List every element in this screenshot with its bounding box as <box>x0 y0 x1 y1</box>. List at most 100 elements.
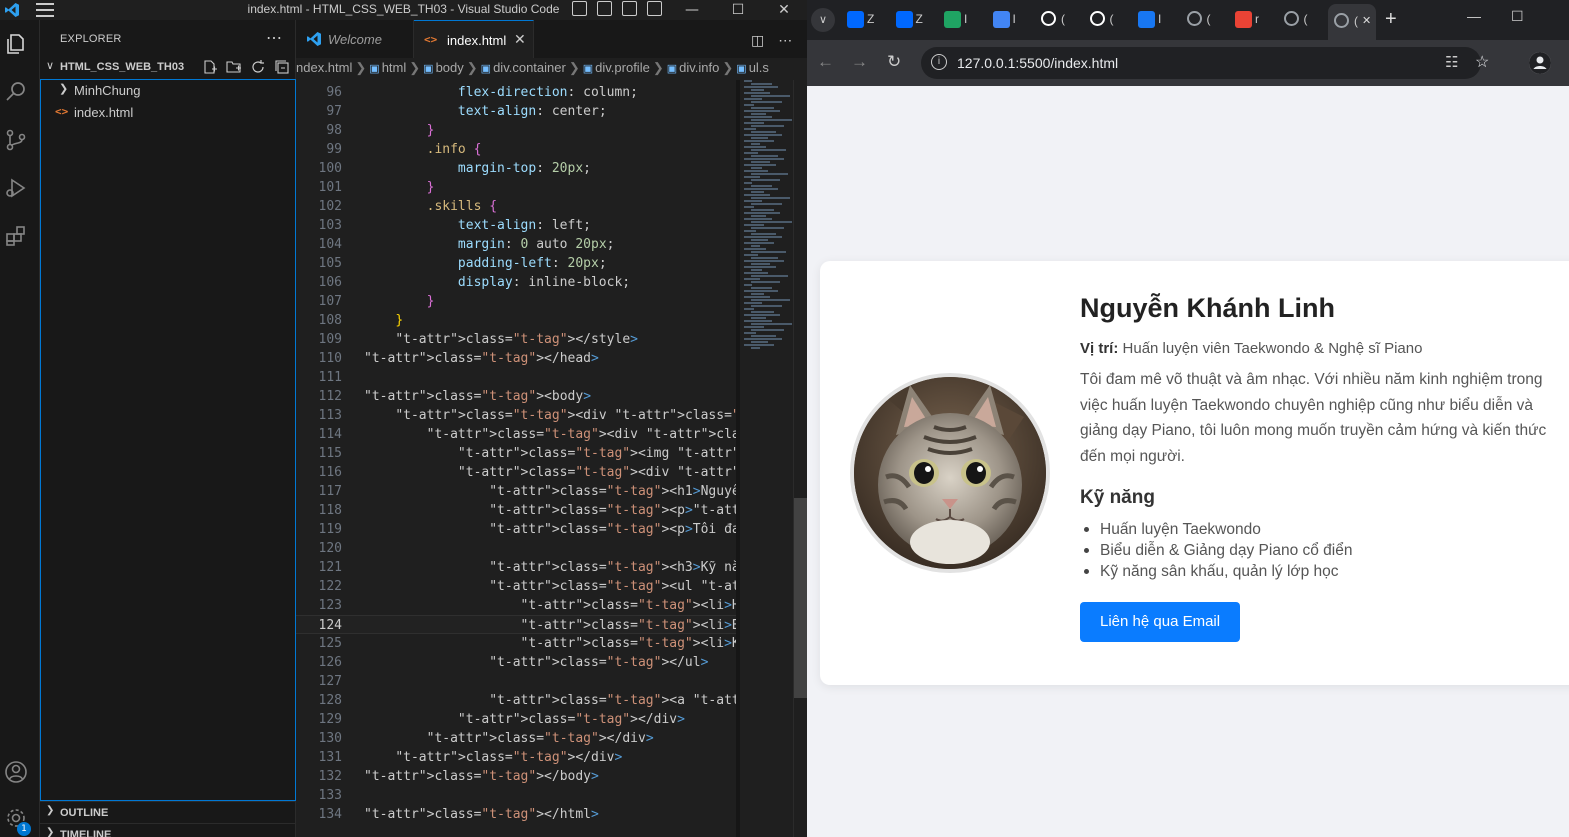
code-line[interactable]: 115 "t-attr">class="t-tag"><img "t-attr"… <box>296 444 736 463</box>
tab-search-icon[interactable]: ∨ <box>811 8 835 32</box>
code-line[interactable]: 120 <box>296 539 736 558</box>
code-line[interactable]: 127 <box>296 672 736 691</box>
tree-file-index-html[interactable]: <> index.html <box>41 102 295 124</box>
code-line[interactable]: 106 display: inline-block; <box>296 273 736 292</box>
code-line[interactable]: 118 "t-attr">class="t-tag"><p>"t-attr">c… <box>296 501 736 520</box>
browser-tab[interactable]: (✕ <box>1328 4 1376 40</box>
new-folder-icon[interactable] <box>226 59 242 75</box>
collapse-all-icon[interactable] <box>274 59 290 75</box>
minimize-button[interactable]: — <box>1467 8 1481 25</box>
close-tab-icon[interactable]: ✕ <box>514 31 526 48</box>
code-line[interactable]: 112 "t-attr">class="t-tag"><body> <box>296 387 736 406</box>
code-line[interactable]: 97 text-align: center; <box>296 102 736 121</box>
browser-tab[interactable]: ( <box>1037 10 1073 30</box>
more-actions-icon[interactable]: ⋯ <box>778 32 792 49</box>
back-arrow-icon[interactable]: ← <box>817 52 834 72</box>
code-line[interactable]: 101 } <box>296 178 736 197</box>
minimap[interactable] <box>736 80 796 380</box>
editor-scrollbar[interactable] <box>793 80 807 837</box>
accounts-icon[interactable] <box>4 760 28 784</box>
url-text[interactable]: 127.0.0.1:5500/index.html <box>957 55 1118 71</box>
browser-tab[interactable]: I <box>989 10 1025 30</box>
code-line[interactable]: 134 "t-attr">class="t-tag"></html> <box>296 805 736 824</box>
code-line[interactable]: 100 margin-top: 20px; <box>296 159 736 178</box>
code-line[interactable]: 102 .skills { <box>296 197 736 216</box>
bookmark-star-icon[interactable]: ☆ <box>1475 52 1489 72</box>
address-bar[interactable]: i 127.0.0.1:5500/index.html ☷ ☆ <box>921 47 1489 79</box>
breadcrumb-item[interactable]: ndex.html <box>296 60 352 75</box>
breadcrumb-item[interactable]: div.profile <box>595 60 650 75</box>
code-line[interactable]: 107 } <box>296 292 736 311</box>
tab-welcome[interactable]: Welcome <box>296 20 414 58</box>
browser-tab[interactable]: I <box>940 10 976 30</box>
breadcrumb-item[interactable]: html <box>382 60 407 75</box>
code-line[interactable]: 133 <box>296 786 736 805</box>
breadcrumb-item[interactable]: ul.s <box>749 60 769 75</box>
toggle-panel-icon[interactable] <box>597 1 612 16</box>
code-line[interactable]: 123 "t-attr">class="t-tag"><li>Huấn luyệ… <box>296 596 736 615</box>
workspace-folder[interactable]: ∨ HTML_CSS_WEB_TH03 <box>40 58 296 78</box>
tree-folder-minhchung[interactable]: ❯ MinhChung <box>41 80 295 102</box>
contact-email-button[interactable]: Liên hệ qua Email <box>1080 602 1241 642</box>
browser-tab[interactable]: I <box>1134 10 1170 30</box>
toggle-secondary-sidebar-icon[interactable] <box>622 1 637 16</box>
code-line[interactable]: 131 "t-attr">class="t-tag"></div> <box>296 748 736 767</box>
new-file-icon[interactable] <box>202 59 218 75</box>
browser-tab[interactable]: ( <box>1280 10 1316 30</box>
breadcrumb-item[interactable]: div.container <box>493 60 566 75</box>
breadcrumb-item[interactable]: body <box>436 60 464 75</box>
code-line[interactable]: 108 } <box>296 311 736 330</box>
source-control-icon[interactable] <box>4 128 28 152</box>
code-line[interactable]: 111 <box>296 368 736 387</box>
forward-arrow-icon[interactable]: → <box>851 52 868 72</box>
refresh-icon[interactable] <box>250 59 266 75</box>
code-line[interactable]: 113 "t-attr">class="t-tag"><div "t-attr"… <box>296 406 736 425</box>
code-editor[interactable]: 96 flex-direction: column; 97 text-align:… <box>296 80 736 837</box>
split-editor-icon[interactable]: ◫ <box>751 32 764 49</box>
browser-tab[interactable]: ( <box>1183 10 1219 30</box>
more-actions-icon[interactable]: ⋯ <box>266 28 282 48</box>
breadcrumb-item[interactable]: div.info <box>679 60 719 75</box>
code-line[interactable]: 132 "t-attr">class="t-tag"></body> <box>296 767 736 786</box>
maximize-button[interactable]: ☐ <box>1511 8 1524 25</box>
browser-tab[interactable]: Z <box>843 10 879 30</box>
new-tab-button[interactable]: + <box>1385 8 1397 31</box>
code-line[interactable]: 129 "t-attr">class="t-tag"></div> <box>296 710 736 729</box>
timeline-section[interactable]: ❯ TIMELINE <box>40 823 296 837</box>
code-line[interactable]: 114 "t-attr">class="t-tag"><div "t-attr"… <box>296 425 736 444</box>
extensions-icon[interactable] <box>4 224 28 248</box>
tab-index-html[interactable]: <> index.html ✕ <box>414 20 534 58</box>
code-line[interactable]: 103 text-align: left; <box>296 216 736 235</box>
code-line[interactable]: 105 padding-left: 20px; <box>296 254 736 273</box>
explorer-icon[interactable] <box>4 32 28 56</box>
translate-icon[interactable]: ☷ <box>1445 53 1458 71</box>
code-line[interactable]: 110 "t-attr">class="t-tag"></head> <box>296 349 736 368</box>
code-line[interactable]: 109 "t-attr">class="t-tag"></style> <box>296 330 736 349</box>
code-line[interactable]: 125 "t-attr">class="t-tag"><li>Kỹ năng s… <box>296 634 736 653</box>
code-line[interactable]: 128 "t-attr">class="t-tag"><a "t-attr">h… <box>296 691 736 710</box>
code-line[interactable]: 117 "t-attr">class="t-tag"><h1>Nguyễn Kh… <box>296 482 736 501</box>
search-icon[interactable] <box>4 80 28 104</box>
code-line[interactable]: 116 "t-attr">class="t-tag"><div "t-attr"… <box>296 463 736 482</box>
outline-section[interactable]: ❯ OUTLINE <box>40 801 296 823</box>
code-line[interactable]: 124 "t-attr">class="t-tag"><li>Biểu diễn… <box>296 615 736 634</box>
browser-tab[interactable]: Z <box>892 10 928 30</box>
browser-tab[interactable]: r <box>1231 10 1267 30</box>
scrollbar-thumb[interactable] <box>794 498 807 698</box>
reload-icon[interactable]: ↻ <box>887 52 901 72</box>
code-line[interactable]: 122 "t-attr">class="t-tag"><ul "t-attr">… <box>296 577 736 596</box>
code-line[interactable]: 99 .info { <box>296 140 736 159</box>
maximize-button[interactable]: ☐ <box>715 0 761 20</box>
code-line[interactable]: 130 "t-attr">class="t-tag"></div> <box>296 729 736 748</box>
minimize-button[interactable]: — <box>669 0 715 20</box>
code-line[interactable]: 104 margin: 0 auto 20px; <box>296 235 736 254</box>
code-line[interactable]: 126 "t-attr">class="t-tag"></ul> <box>296 653 736 672</box>
code-line[interactable]: 119 "t-attr">class="t-tag"><p>Tôi đam mê… <box>296 520 736 539</box>
code-line[interactable]: 98 } <box>296 121 736 140</box>
close-button[interactable]: ✕ <box>761 0 807 20</box>
code-line[interactable]: 121 "t-attr">class="t-tag"><h3>Kỹ năng"t… <box>296 558 736 577</box>
run-debug-icon[interactable] <box>4 176 28 200</box>
browser-tab[interactable]: ( <box>1086 10 1122 30</box>
close-tab-icon[interactable]: ✕ <box>1362 14 1371 27</box>
toggle-primary-sidebar-icon[interactable] <box>572 1 587 16</box>
